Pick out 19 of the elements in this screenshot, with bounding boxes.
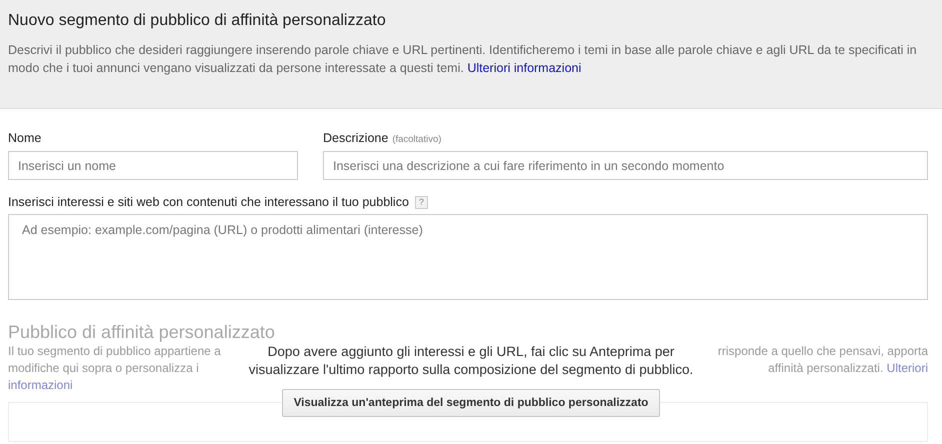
help-button[interactable]: ? <box>414 196 428 208</box>
preview-button[interactable]: Visualizza un'anteprima del segmento di pubblico personalizzato <box>282 389 660 417</box>
description-label: Descrizione <box>323 131 388 145</box>
dialog-title: Nuovo segmento di pubblico di affinità personalizzato <box>8 12 387 30</box>
faded-text: Il tuo segmento di pubblico appartiene a <box>8 343 221 360</box>
description-text: Descrivi il pubblico che desideri raggiungere inserendo parole chiave e URL pertinenti. Identificheremo i temi in base alle parole chiave e agli URL da te specificati in modo che i tuoi annunci vengano visualizzati da persone interessate a questi temi. Ulteriori informazioni <box>8 42 918 77</box>
faded-text: modifiche qui sopra o personalizza i <box>8 360 199 377</box>
learn-more-link[interactable]: Ulteriori informazioni <box>467 61 582 75</box>
optional-hint: (facoltativo) <box>392 134 442 145</box>
interests-field[interactable]: Ad esempio: example.com/pagina (URL) o prodotti alimentari (interesse) <box>8 214 928 300</box>
learn-more-link[interactable]: Ulteriori <box>886 361 928 375</box>
name-field[interactable]: Inserisci un nome <box>8 151 298 180</box>
faded-text: affinità personalizzati. <box>768 361 884 375</box>
description-field[interactable]: Inserisci una descrizione a cui fare riferimento in un secondo momento <box>323 151 928 180</box>
name-label: Nome <box>8 131 42 145</box>
faded-text: rrisponde a quello che pensavi, apporta <box>718 344 928 358</box>
interests-label: Inserisci interessi e siti web con contenuti che interessano il tuo pubblico <box>8 195 409 209</box>
section-title: Pubblico di affinità personalizzato <box>8 322 276 343</box>
learn-more-link[interactable]: informazioni <box>8 377 73 394</box>
